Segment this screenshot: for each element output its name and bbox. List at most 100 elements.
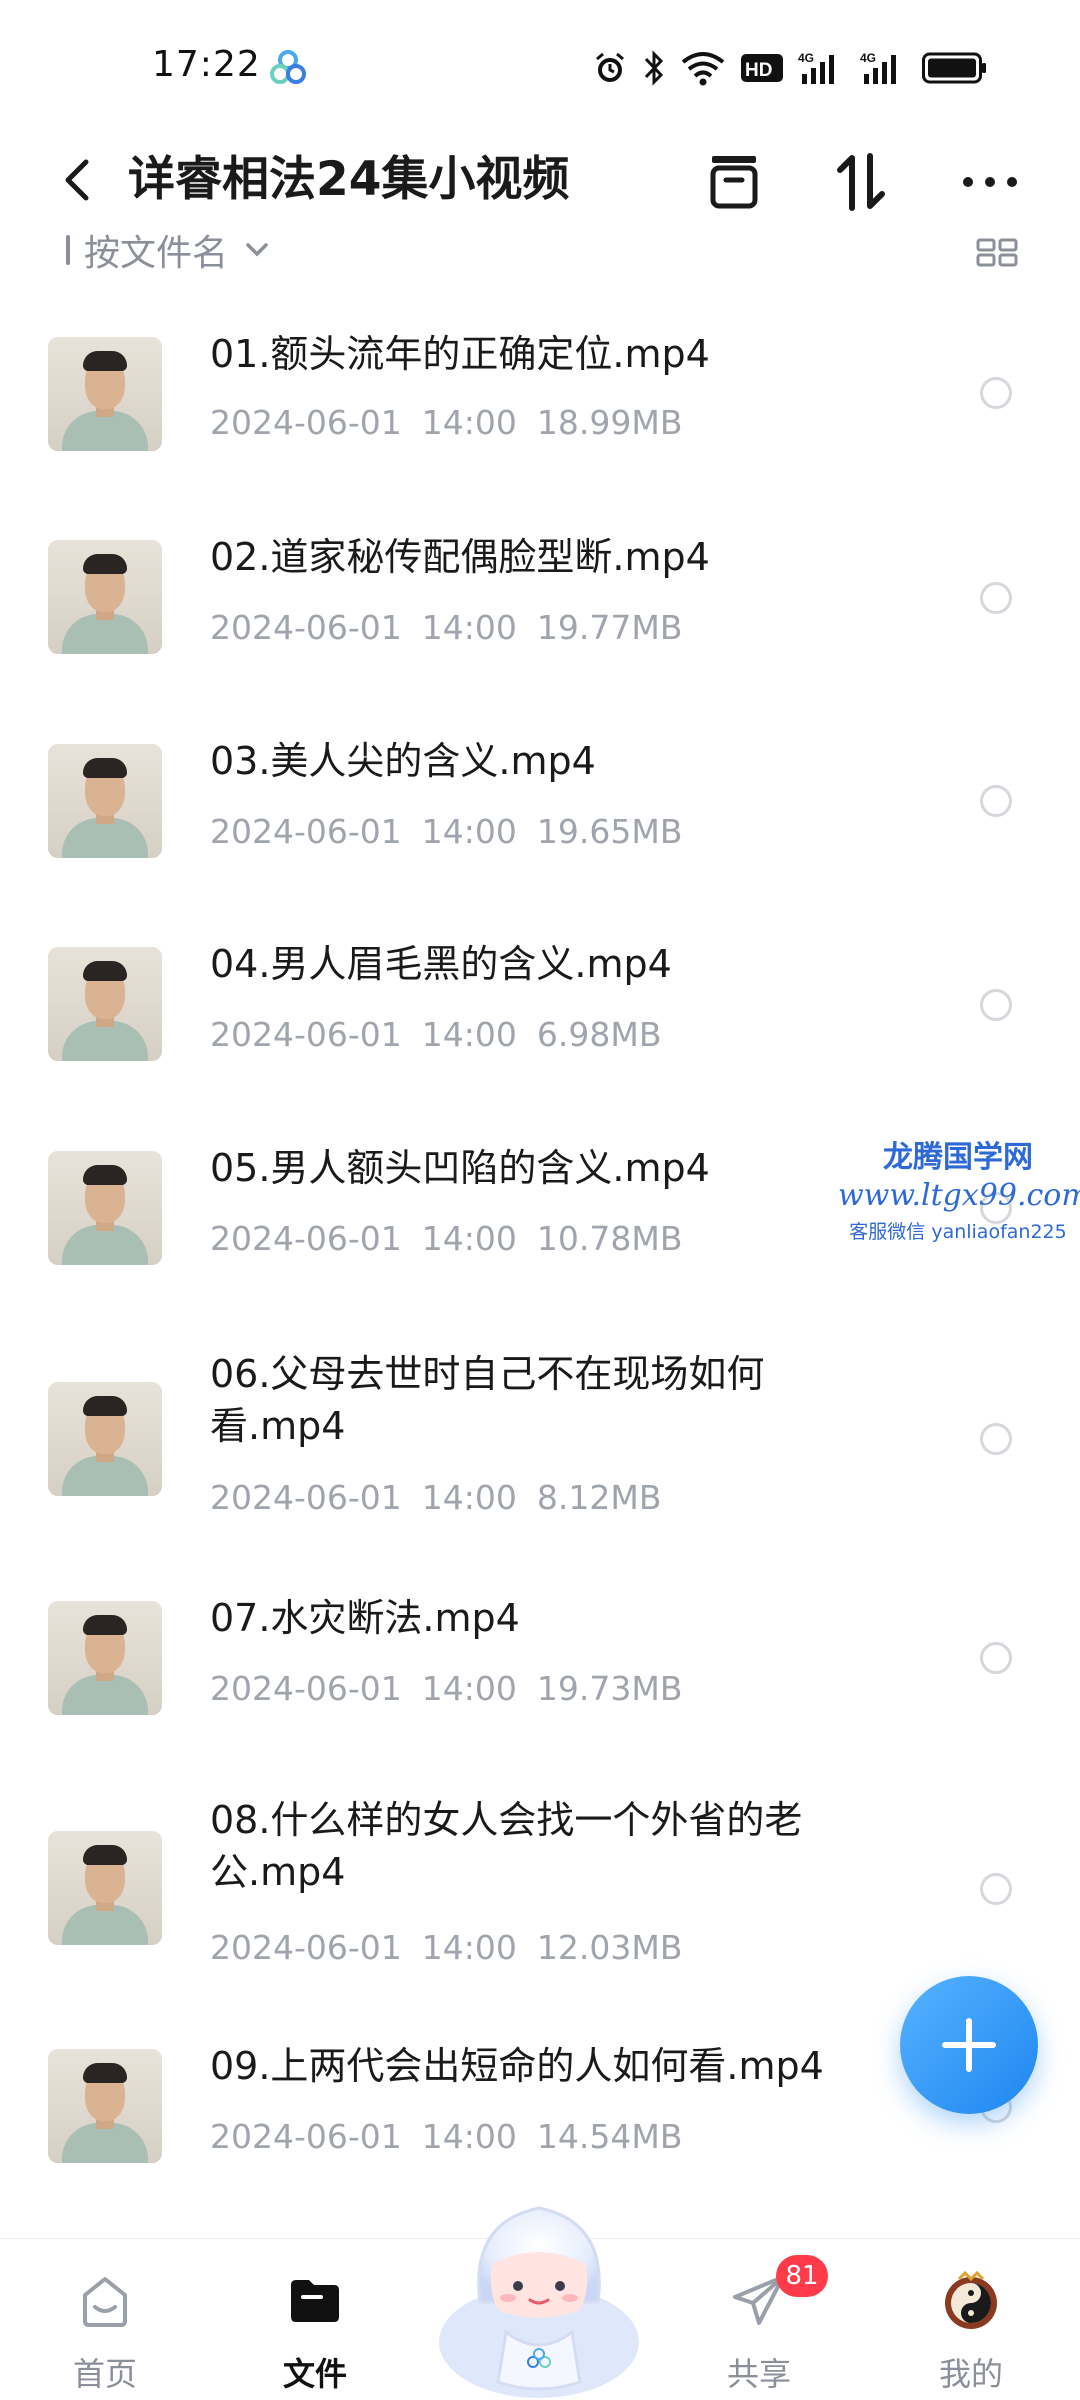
sort-by-name-button[interactable]: 按文件名: [66, 230, 272, 276]
alarm-icon: [596, 52, 624, 82]
more-icon[interactable]: [958, 150, 1022, 214]
file-date: 2024-06-01: [210, 1478, 402, 1517]
nav-mine-label: 我的: [938, 2355, 1003, 2393]
signal-4g-icon: 4G: [860, 51, 896, 84]
wifi-icon: [681, 52, 725, 86]
file-size: 6.98MB: [536, 1015, 662, 1054]
file-name: 04.男人眉毛黑的含义.mp4: [210, 942, 672, 986]
plus-icon: [942, 2018, 996, 2072]
status-bar: 17:22 HD 4G 4G: [0, 0, 1080, 130]
sort-label: 按文件名: [84, 233, 229, 274]
file-size: 14.54MB: [536, 2117, 683, 2156]
select-radio[interactable]: [980, 582, 1012, 614]
sort-indicator: [66, 235, 70, 265]
file-date: 2024-06-01: [210, 2117, 402, 2156]
svg-text:HD: HD: [745, 60, 772, 81]
chevron-down-icon: [246, 243, 268, 257]
file-name: 06.父母去世时自己不在现场如何看.mp4: [210, 1352, 765, 1448]
file-meta: 2024-06-01 14:00 6.98MB: [210, 1013, 661, 1057]
battery-icon: [922, 52, 986, 84]
home-icon: [83, 2277, 127, 2327]
video-thumbnail: [48, 1601, 162, 1715]
file-size: 19.77MB: [536, 608, 683, 647]
sort-icon[interactable]: [830, 150, 894, 214]
file-time: 14:00: [421, 608, 517, 647]
signal-4g-icon: 4G: [798, 51, 834, 84]
select-radio[interactable]: [980, 1642, 1012, 1674]
select-radio[interactable]: [980, 989, 1012, 1021]
file-meta: 2024-06-01 14:00 14.54MB: [210, 2115, 682, 2159]
file-meta: 2024-06-01 14:00 18.99MB: [210, 401, 682, 445]
file-time: 14:00: [421, 1478, 517, 1517]
nav-share-label: 共享: [726, 2355, 791, 2393]
watermark-title: 龙腾国学网: [883, 1140, 1033, 1175]
video-thumbnail: [48, 744, 162, 858]
file-name: 08.什么样的女人会找一个外省的老公.mp4: [210, 1798, 803, 1894]
bluetooth-icon: [644, 50, 664, 86]
file-time: 14:00: [421, 403, 517, 442]
file-size: 18.99MB: [536, 403, 683, 442]
header: 详睿相法24集小视频: [0, 130, 1080, 230]
file-size: 19.73MB: [536, 1669, 683, 1708]
add-button[interactable]: [900, 1976, 1038, 2114]
file-name: 09.上两代会出短命的人如何看.mp4: [210, 2044, 824, 2088]
file-date: 2024-06-01: [210, 1669, 402, 1708]
app-icon: [270, 50, 306, 84]
file-date: 2024-06-01: [210, 403, 402, 442]
chevron-left-icon[interactable]: [48, 150, 108, 210]
file-meta: 2024-06-01 14:00 12.03MB: [210, 1926, 682, 1970]
page-title: 详睿相法24集小视频: [128, 152, 570, 207]
file-time: 14:00: [421, 1219, 517, 1258]
nav-files[interactable]: 文件: [240, 2253, 390, 2393]
sort-row: 按文件名: [0, 230, 1080, 276]
video-thumbnail: [48, 1382, 162, 1496]
file-time: 14:00: [421, 2117, 517, 2156]
nav-home[interactable]: 首页: [30, 2253, 180, 2393]
file-size: 8.12MB: [536, 1478, 662, 1517]
svg-text:4G: 4G: [798, 51, 814, 65]
file-meta: 2024-06-01 14:00 19.65MB: [210, 810, 682, 854]
file-date: 2024-06-01: [210, 1219, 402, 1258]
file-name: 05.男人额头凹陷的含义.mp4: [210, 1146, 710, 1190]
mascot-assistant-icon[interactable]: [430, 2182, 648, 2400]
file-size: 10.78MB: [536, 1219, 683, 1258]
file-meta: 2024-06-01 14:00 19.77MB: [210, 606, 682, 650]
nav-mine[interactable]: 我的: [896, 2253, 1046, 2393]
avatar: [945, 2271, 997, 2329]
nav-home-label: 首页: [72, 2355, 137, 2393]
nav-files-label: 文件: [282, 2355, 347, 2393]
file-name: 07.水灾断法.mp4: [210, 1596, 520, 1640]
file-name: 01.额头流年的正确定位.mp4: [210, 332, 710, 376]
folder-icon: [291, 2280, 339, 2322]
file-meta: 2024-06-01 14:00 8.12MB: [210, 1476, 661, 1520]
nav-share[interactable]: 81 共享: [684, 2253, 834, 2393]
grid-view-icon[interactable]: [976, 238, 1018, 268]
select-radio[interactable]: [980, 377, 1012, 409]
video-thumbnail: [48, 947, 162, 1061]
status-icons: HD 4G 4G: [592, 48, 988, 88]
file-meta: 2024-06-01 14:00 10.78MB: [210, 1217, 682, 1261]
file-meta: 2024-06-01 14:00 19.73MB: [210, 1667, 682, 1711]
watermark: 龙腾国学网 www.ltgx99.com 客服微信 yanliaofan225: [838, 1132, 1080, 1244]
watermark-url: www.ltgx99.com: [838, 1178, 1080, 1213]
archive-icon[interactable]: [702, 150, 766, 214]
share-badge: 81: [776, 2255, 828, 2297]
video-thumbnail: [48, 1831, 162, 1945]
select-radio[interactable]: [980, 785, 1012, 817]
file-date: 2024-06-01: [210, 1015, 402, 1054]
select-radio[interactable]: [980, 1873, 1012, 1905]
file-time: 14:00: [421, 1015, 517, 1054]
file-date: 2024-06-01: [210, 1928, 402, 1967]
file-date: 2024-06-01: [210, 812, 402, 851]
video-thumbnail: [48, 1151, 162, 1265]
file-time: 14:00: [421, 1928, 517, 1967]
select-radio[interactable]: [980, 1423, 1012, 1455]
hd-icon: HD: [741, 54, 783, 82]
file-date: 2024-06-01: [210, 608, 402, 647]
video-thumbnail: [48, 2049, 162, 2163]
file-size: 12.03MB: [536, 1928, 683, 1967]
video-thumbnail: [48, 540, 162, 654]
file-name: 03.美人尖的含义.mp4: [210, 739, 596, 783]
file-time: 14:00: [421, 812, 517, 851]
file-time: 14:00: [421, 1669, 517, 1708]
